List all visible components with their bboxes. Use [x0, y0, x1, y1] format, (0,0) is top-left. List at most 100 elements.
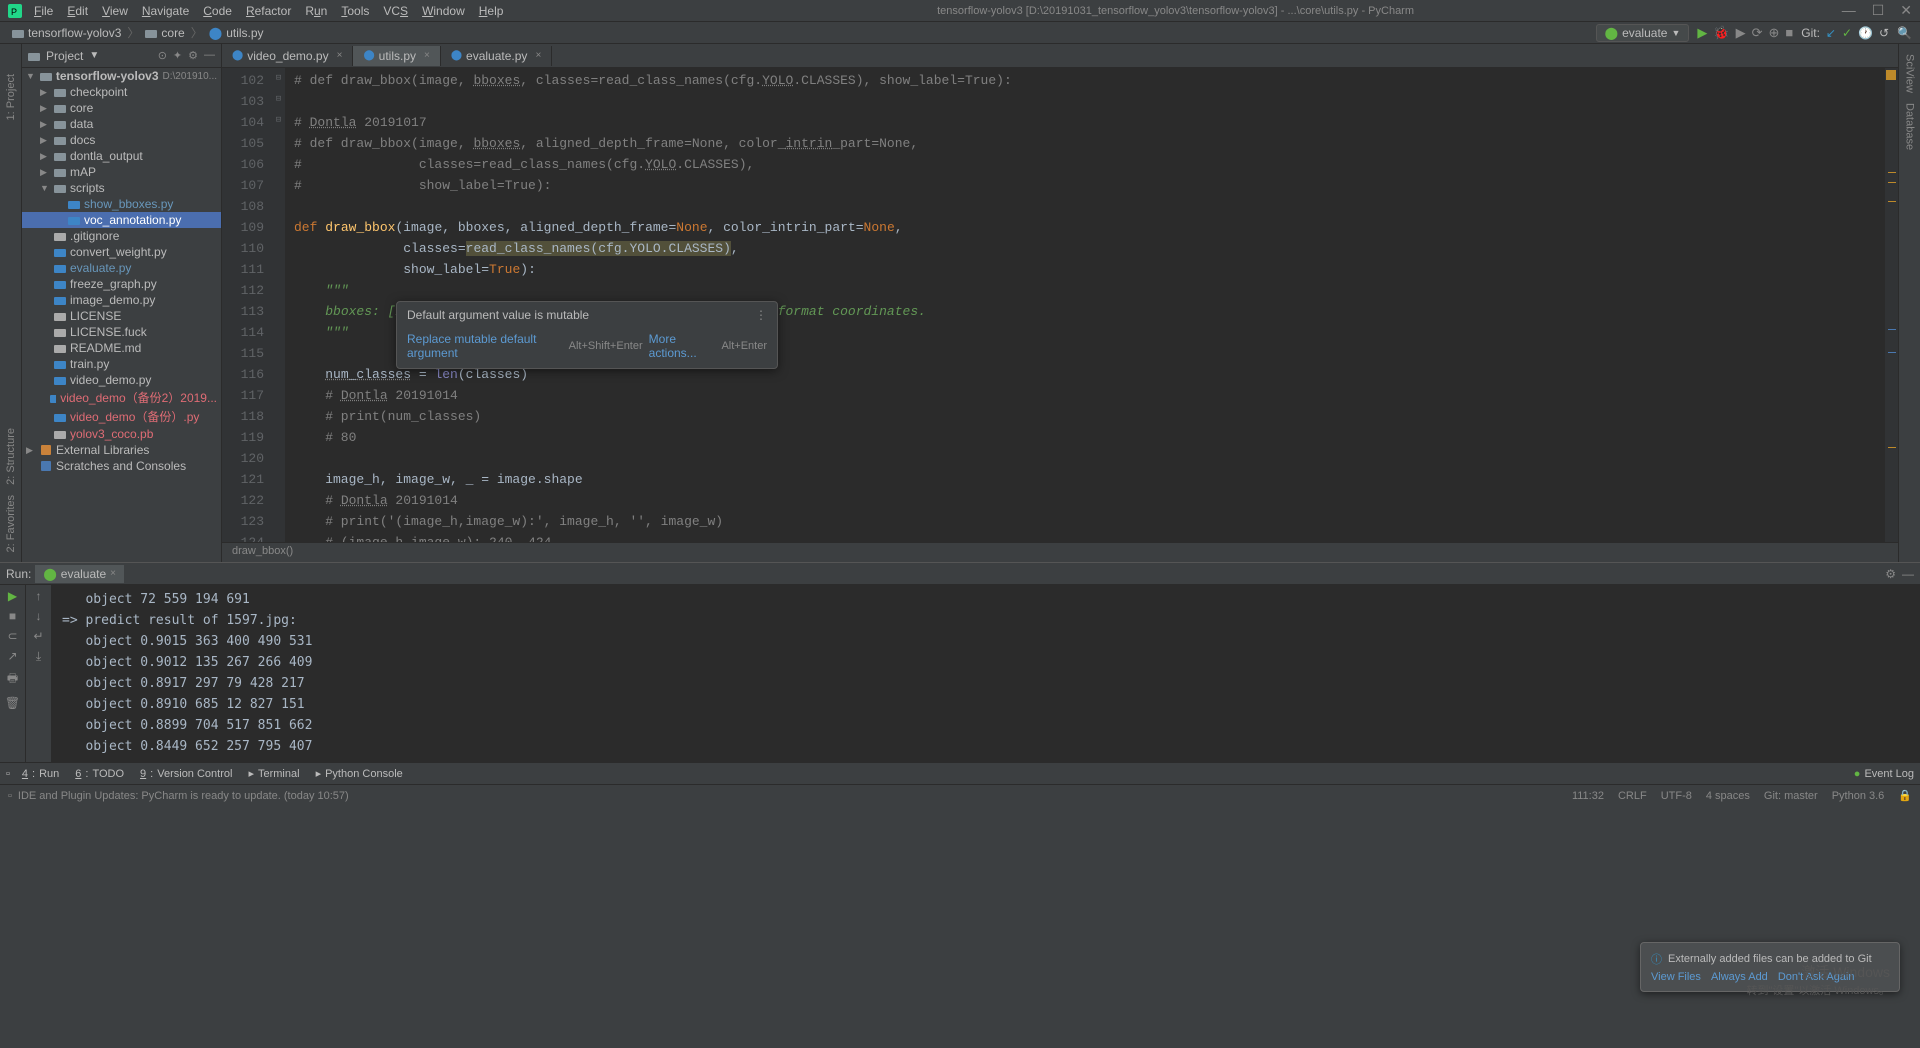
- breadcrumb-file[interactable]: ⬤ utils.py: [205, 26, 268, 40]
- tree-item[interactable]: show_bboxes.py: [22, 196, 221, 212]
- tree-item[interactable]: ▼scripts: [22, 180, 221, 196]
- close-tab-icon[interactable]: ×: [424, 50, 430, 61]
- intention-more-actions[interactable]: More actions...: [649, 332, 716, 360]
- notification-balloon[interactable]: ⓘ Externally added files can be added to…: [1640, 942, 1900, 992]
- notif-always-add[interactable]: Always Add: [1711, 971, 1768, 983]
- bottom-tool-button[interactable]: 9: Version Control: [136, 765, 236, 782]
- tree-item[interactable]: video_demo.py: [22, 372, 221, 388]
- attach-debug-button[interactable]: ⊂: [7, 629, 17, 643]
- menu-vcs[interactable]: VCS: [377, 2, 414, 20]
- structure-tool-button[interactable]: 2: Structure: [5, 428, 17, 485]
- notif-dont-ask[interactable]: Don't Ask Again: [1778, 971, 1855, 983]
- delete-button[interactable]: 🗑: [5, 696, 20, 710]
- tree-item[interactable]: evaluate.py: [22, 260, 221, 276]
- expand-arrow-icon[interactable]: ▶: [40, 119, 50, 130]
- expand-arrow-icon[interactable]: ▶: [40, 167, 50, 178]
- git-revert-button[interactable]: ↺: [1879, 26, 1889, 40]
- breadcrumb-core[interactable]: core: [141, 26, 188, 40]
- error-stripe[interactable]: [1884, 68, 1898, 542]
- lock-icon[interactable]: 🔒: [1898, 789, 1912, 802]
- menu-view[interactable]: View: [96, 2, 134, 20]
- git-branch[interactable]: Git: master: [1764, 790, 1818, 802]
- bottom-tool-button[interactable]: ▸ Terminal: [244, 765, 303, 782]
- close-button[interactable]: ✕: [1900, 2, 1912, 19]
- expand-icon[interactable]: ✦: [173, 49, 182, 62]
- fold-gutter[interactable]: ⊟ ⊟ ⊟: [272, 68, 286, 542]
- expand-arrow-icon[interactable]: ▶: [40, 103, 50, 114]
- print-button[interactable]: 🖶: [7, 669, 18, 690]
- tree-item[interactable]: yolov3_coco.pb: [22, 426, 221, 442]
- intention-menu-icon[interactable]: ⋮: [755, 308, 767, 322]
- menu-code[interactable]: Code: [197, 2, 238, 20]
- run-button[interactable]: ▶: [1697, 25, 1707, 41]
- event-log-button[interactable]: ● Event Log: [1854, 768, 1914, 780]
- minimize-button[interactable]: —: [1842, 2, 1856, 19]
- run-hide-icon[interactable]: —: [1902, 567, 1914, 581]
- project-tree[interactable]: ▼ tensorflow-yolov3 D:\201910... ▶checkp…: [22, 68, 221, 562]
- menu-refactor[interactable]: Refactor: [240, 2, 297, 20]
- encoding[interactable]: UTF-8: [1661, 790, 1692, 802]
- git-history-button[interactable]: 🕐: [1858, 26, 1873, 40]
- settings-icon[interactable]: ⚙: [188, 49, 198, 62]
- attach-button[interactable]: ⊕: [1768, 25, 1779, 41]
- tree-item[interactable]: .gitignore: [22, 228, 221, 244]
- tree-item[interactable]: image_demo.py: [22, 292, 221, 308]
- scroll-button[interactable]: ⤓: [36, 649, 41, 664]
- search-button[interactable]: 🔍: [1897, 26, 1912, 40]
- code-breadcrumb[interactable]: draw_bbox(): [222, 542, 1898, 562]
- menu-edit[interactable]: Edit: [61, 2, 94, 20]
- tree-item[interactable]: ▶data: [22, 116, 221, 132]
- run-config-selector[interactable]: ⬤ evaluate ▼: [1596, 24, 1690, 42]
- line-ending[interactable]: CRLF: [1618, 790, 1647, 802]
- stop-button[interactable]: ■: [1785, 25, 1793, 40]
- database-tool-button[interactable]: Database: [1904, 103, 1916, 150]
- status-icon[interactable]: ▫: [8, 790, 12, 802]
- tree-item[interactable]: convert_weight.py: [22, 244, 221, 260]
- favorites-tool-button[interactable]: 2: Favorites: [5, 495, 17, 552]
- notif-view-files[interactable]: View Files: [1651, 971, 1701, 983]
- tree-item[interactable]: train.py: [22, 356, 221, 372]
- close-tab-icon[interactable]: ×: [337, 50, 343, 61]
- editor-tab[interactable]: ⬤utils.py×: [353, 46, 440, 66]
- up-button[interactable]: ↑: [36, 589, 42, 603]
- run-tab[interactable]: ⬤ evaluate ×: [35, 565, 124, 583]
- toggle-button[interactable]: ↗: [7, 649, 17, 663]
- tree-item[interactable]: README.md: [22, 340, 221, 356]
- close-run-tab[interactable]: ×: [110, 568, 116, 579]
- tool-window-icon[interactable]: ▫: [6, 768, 10, 780]
- bottom-tool-button[interactable]: 4: Run: [18, 765, 63, 782]
- expand-arrow-icon[interactable]: ▼: [40, 183, 50, 193]
- tree-item[interactable]: ▶docs: [22, 132, 221, 148]
- python-interpreter[interactable]: Python 3.6: [1832, 790, 1885, 802]
- tree-item[interactable]: video_demo（备份）.py: [22, 407, 221, 426]
- maximize-button[interactable]: ☐: [1872, 2, 1885, 19]
- tree-root[interactable]: ▼ tensorflow-yolov3 D:\201910...: [22, 68, 221, 84]
- rerun-button[interactable]: ▶: [8, 589, 17, 603]
- expand-arrow-icon[interactable]: ▼: [26, 71, 36, 81]
- expand-arrow-icon[interactable]: ▶: [26, 445, 36, 456]
- tree-item[interactable]: ▶checkpoint: [22, 84, 221, 100]
- tree-item[interactable]: ▶dontla_output: [22, 148, 221, 164]
- external-libraries[interactable]: ▶ External Libraries: [22, 442, 221, 458]
- tree-item[interactable]: ▶mAP: [22, 164, 221, 180]
- git-update-button[interactable]: ↙: [1826, 26, 1836, 40]
- menu-navigate[interactable]: Navigate: [136, 2, 195, 20]
- expand-arrow-icon[interactable]: ▶: [40, 151, 50, 162]
- collapse-all-icon[interactable]: ⊙: [158, 49, 167, 62]
- coverage-button[interactable]: ▶: [1736, 25, 1746, 41]
- tree-item[interactable]: LICENSE: [22, 308, 221, 324]
- warning-indicator[interactable]: [1886, 70, 1896, 80]
- hide-icon[interactable]: —: [204, 49, 215, 62]
- close-tab-icon[interactable]: ×: [535, 50, 541, 61]
- status-message[interactable]: IDE and Plugin Updates: PyCharm is ready…: [18, 790, 1572, 802]
- project-view-dropdown[interactable]: ▼: [89, 50, 99, 61]
- git-commit-button[interactable]: ✓: [1842, 26, 1852, 40]
- breadcrumb-root[interactable]: tensorflow-yolov3: [8, 26, 125, 40]
- tree-item[interactable]: video_demo（备份2）2019...: [22, 388, 221, 407]
- bottom-tool-button[interactable]: ▸ Python Console: [312, 765, 407, 782]
- tree-item[interactable]: ▶core: [22, 100, 221, 116]
- profile-button[interactable]: ⟳: [1752, 25, 1763, 41]
- editor-tab[interactable]: ⬤video_demo.py×: [222, 46, 353, 66]
- down-button[interactable]: ↓: [36, 609, 42, 623]
- sciview-tool-button[interactable]: SciView: [1904, 54, 1916, 93]
